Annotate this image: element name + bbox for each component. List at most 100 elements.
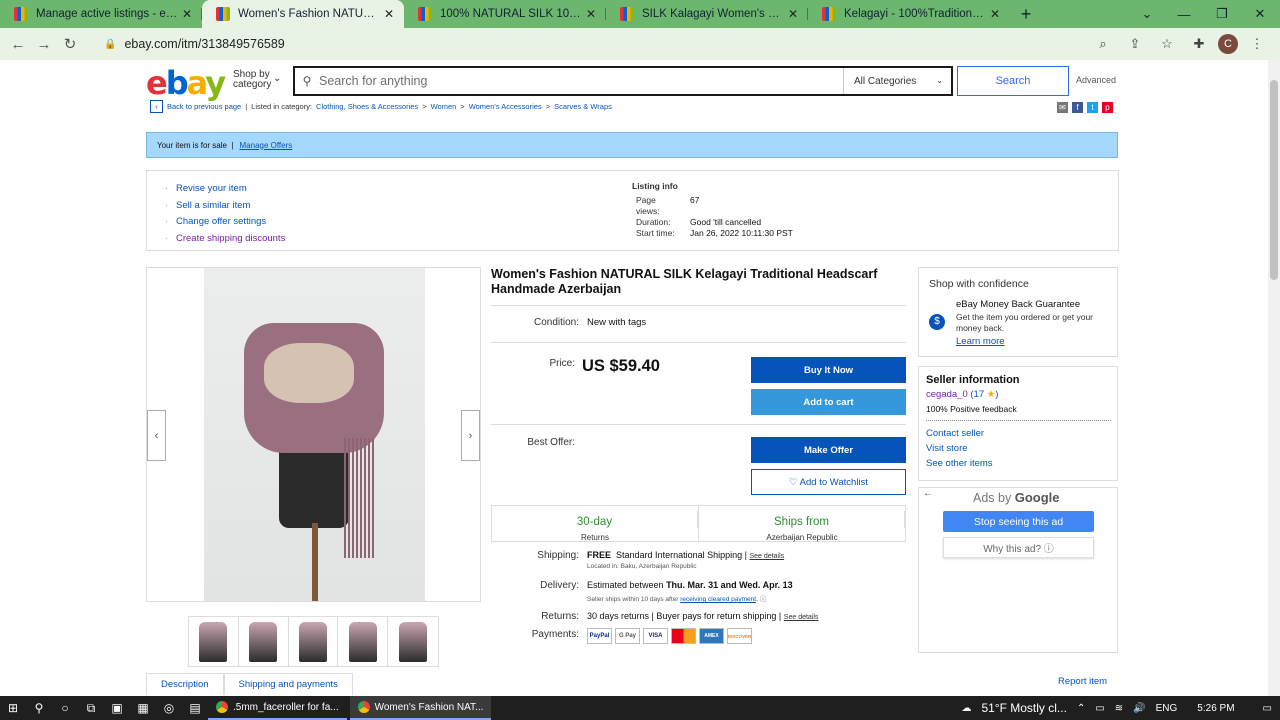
visit-store-link[interactable]: Visit store bbox=[926, 443, 968, 454]
browser-tab-2[interactable]: 100% NATURAL SILK 100 Percent✕ bbox=[404, 0, 606, 28]
extensions-icon[interactable]: ✚ bbox=[1186, 31, 1212, 57]
profile-avatar[interactable]: C bbox=[1218, 34, 1238, 54]
breadcrumb-item[interactable]: Clothing, Shoes & Accessories bbox=[316, 102, 418, 111]
sell-similar-link[interactable]: Sell a similar item bbox=[165, 198, 285, 215]
pinterest-icon[interactable]: p bbox=[1102, 102, 1113, 113]
zoom-app-icon[interactable]: ▣ bbox=[104, 696, 130, 720]
language-indicator[interactable]: ENG bbox=[1156, 703, 1178, 714]
zoom-icon[interactable]: ⌕ bbox=[1090, 31, 1116, 57]
new-tab-button[interactable]: + bbox=[1010, 0, 1042, 28]
report-item-link[interactable]: Report item bbox=[1058, 676, 1107, 687]
breadcrumb-item[interactable]: Women bbox=[431, 102, 457, 111]
notes-app-icon[interactable]: ▤ bbox=[182, 696, 208, 720]
close-tab-icon[interactable]: ✕ bbox=[786, 7, 800, 21]
product-photo[interactable] bbox=[204, 268, 425, 601]
tab-search-icon[interactable]: ⌄ bbox=[1128, 0, 1166, 28]
maximize-button[interactable]: ❐ bbox=[1203, 0, 1241, 28]
stop-seeing-ad-button[interactable]: Stop seeing this ad bbox=[943, 511, 1094, 532]
share-icon[interactable]: ⇪ bbox=[1122, 31, 1148, 57]
search-input[interactable]: Search for anything bbox=[319, 74, 843, 88]
ebay-logo[interactable]: ebay bbox=[146, 64, 226, 102]
facebook-icon[interactable]: f bbox=[1072, 102, 1083, 113]
search-icon[interactable]: ⚲ bbox=[26, 696, 52, 720]
close-tab-icon[interactable]: ✕ bbox=[180, 7, 194, 21]
pinned-app-icon[interactable]: ◎ bbox=[156, 696, 182, 720]
taskbar-app-chrome-1[interactable]: .5mm_faceroller for fa... bbox=[208, 696, 347, 720]
page-scrollbar[interactable] bbox=[1268, 60, 1280, 696]
shipping-see-details-link[interactable]: See details bbox=[749, 553, 784, 560]
forward-icon[interactable]: → bbox=[31, 31, 57, 57]
weather-icon[interactable]: ☁ bbox=[961, 703, 971, 714]
tab-description[interactable]: Description bbox=[146, 673, 224, 695]
battery-icon[interactable]: ▭ bbox=[1095, 703, 1104, 714]
shop-by-category-button[interactable]: Shop by category ⌄ bbox=[233, 70, 281, 90]
gallery-prev-button[interactable]: ‹ bbox=[147, 410, 166, 461]
browser-tab-3[interactable]: SILK Kalagayi Women's Fashion N✕ bbox=[606, 0, 808, 28]
cortana-icon[interactable]: ○ bbox=[52, 696, 78, 720]
back-icon[interactable]: ← bbox=[5, 31, 31, 57]
back-arrow-icon[interactable]: ← bbox=[923, 488, 933, 499]
make-offer-button[interactable]: Make Offer bbox=[751, 437, 906, 463]
search-icon: ⚲ bbox=[302, 74, 312, 88]
wifi-icon[interactable]: ≋ bbox=[1115, 703, 1123, 714]
price-label: Price: bbox=[549, 358, 575, 369]
close-tab-icon[interactable]: ✕ bbox=[988, 7, 1002, 21]
manage-offers-link[interactable]: Manage Offers bbox=[240, 141, 293, 150]
browser-tab-4[interactable]: Kelagayi - 100%Traditional Azerb✕ bbox=[808, 0, 1010, 28]
cleared-payment-link[interactable]: receiving cleared payment bbox=[680, 596, 756, 603]
twitter-icon[interactable]: t bbox=[1087, 102, 1098, 113]
address-bar[interactable]: 🔒 ebay.com/itm/313849576589 bbox=[92, 31, 1106, 57]
breadcrumb-item[interactable]: Scarves & Wraps bbox=[554, 102, 612, 111]
breadcrumb-item[interactable]: Women's Accessories bbox=[469, 102, 542, 111]
clock[interactable]: 5:26 PM bbox=[1197, 703, 1234, 714]
calculator-icon[interactable]: ▦ bbox=[130, 696, 156, 720]
weather-text[interactable]: 51°F Mostly cl... bbox=[981, 701, 1066, 715]
browser-tab-0[interactable]: Manage active listings - eBay Sel✕ bbox=[0, 0, 202, 28]
returns-see-details-link[interactable]: See details bbox=[784, 614, 819, 621]
thumbnail[interactable] bbox=[338, 617, 389, 667]
revise-item-link[interactable]: Revise your item bbox=[165, 181, 285, 198]
seller-name-link[interactable]: cegada_0 bbox=[926, 389, 968, 400]
minimize-button[interactable]: — bbox=[1165, 0, 1203, 28]
gallery-next-button[interactable]: › bbox=[461, 410, 480, 461]
email-icon[interactable]: ✉ bbox=[1057, 102, 1068, 113]
see-other-items-link[interactable]: See other items bbox=[926, 458, 993, 469]
learn-more-link[interactable]: Learn more bbox=[956, 336, 1005, 347]
notifications-icon[interactable]: ▭ bbox=[1263, 703, 1272, 714]
thumbnail[interactable] bbox=[239, 617, 289, 667]
close-tab-icon[interactable]: ✕ bbox=[584, 7, 598, 21]
create-shipping-discounts-link[interactable]: Create shipping discounts bbox=[165, 231, 285, 248]
windows-start-icon[interactable]: ⊞ bbox=[0, 696, 26, 720]
feedback-score-link[interactable]: (17 ★) bbox=[970, 389, 998, 400]
thumbnail[interactable] bbox=[289, 617, 339, 667]
contact-seller-link[interactable]: Contact seller bbox=[926, 428, 984, 439]
chevron-up-icon[interactable]: ⌃ bbox=[1077, 703, 1085, 714]
category-select[interactable]: All Categories ⌄ bbox=[843, 68, 951, 94]
browser-tab-1[interactable]: Women's Fashion NATURAL SILK✕ bbox=[202, 0, 404, 28]
advanced-search-link[interactable]: Advanced bbox=[1076, 75, 1116, 85]
help-icon[interactable]: ⓘ bbox=[760, 596, 767, 603]
volume-icon[interactable]: 🔊 bbox=[1133, 703, 1145, 714]
search-button[interactable]: Search bbox=[957, 66, 1069, 96]
paypal-icon: PayPal bbox=[587, 628, 612, 644]
task-view-icon[interactable]: ⧉ bbox=[78, 696, 104, 720]
google-ads-panel: ← Ads by Google Stop seeing this ad Why … bbox=[918, 487, 1118, 653]
add-to-watchlist-button[interactable]: ♡ Add to Watchlist bbox=[751, 469, 906, 495]
thumbnail[interactable] bbox=[189, 617, 239, 667]
add-to-cart-button[interactable]: Add to cart bbox=[751, 389, 906, 415]
tab-shipping-payments[interactable]: Shipping and payments bbox=[223, 673, 353, 695]
why-this-ad-button[interactable]: Why this ad? ⓘ bbox=[943, 537, 1094, 558]
bottom-tabs: Description Shipping and payments bbox=[146, 673, 353, 695]
change-offer-settings-link[interactable]: Change offer settings bbox=[165, 214, 285, 231]
taskbar-app-chrome-2[interactable]: Women's Fashion NAT... bbox=[349, 696, 492, 720]
thumbnail[interactable] bbox=[388, 617, 438, 667]
back-to-previous-link[interactable]: Back to previous page bbox=[167, 102, 241, 111]
close-tab-icon[interactable]: ✕ bbox=[382, 7, 396, 21]
ebay-favicon-icon bbox=[418, 7, 432, 21]
back-arrow-icon[interactable]: ‹ bbox=[150, 100, 163, 113]
reload-icon[interactable]: ↻ bbox=[57, 31, 83, 57]
buy-it-now-button[interactable]: Buy It Now bbox=[751, 357, 906, 383]
menu-icon[interactable]: ⋮ bbox=[1244, 31, 1270, 57]
close-window-button[interactable]: ✕ bbox=[1241, 0, 1279, 28]
bookmark-star-icon[interactable]: ☆ bbox=[1154, 31, 1180, 57]
